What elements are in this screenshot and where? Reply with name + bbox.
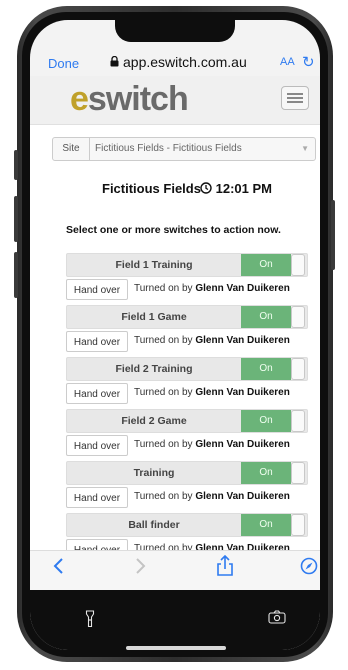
- switch-row: Field 1 Game On Hand over Turned on by G…: [66, 305, 314, 357]
- text-size-button[interactable]: AA: [280, 56, 295, 68]
- power-button: [331, 200, 335, 270]
- hand-over-button[interactable]: Hand over: [66, 279, 128, 300]
- switch-toggle[interactable]: Training On: [66, 461, 308, 485]
- switch-knob[interactable]: [291, 514, 305, 536]
- switch-knob[interactable]: [291, 254, 305, 276]
- switch-row: Field 2 Training On Hand over Turned on …: [66, 357, 314, 409]
- address-field[interactable]: app.eswitch.com.au: [110, 54, 247, 70]
- lock-screen-bar: [30, 590, 320, 650]
- switch-toggle[interactable]: Ball finder On: [66, 513, 308, 537]
- clock-time: 12:01 PM: [200, 181, 272, 196]
- time-text: 12:01 PM: [215, 181, 272, 196]
- turned-on-by-text: Turned on by Glenn Van Duikeren: [134, 283, 290, 294]
- switch-state: On: [241, 306, 291, 328]
- switch-state: On: [241, 514, 291, 536]
- url-text: app.eswitch.com.au: [123, 54, 247, 70]
- site-header: eswitch: [30, 76, 320, 125]
- site-select-label: Site: [53, 138, 90, 160]
- switch-knob[interactable]: [291, 462, 305, 484]
- instruction-text: Select one or more switches to action no…: [66, 224, 281, 236]
- eswitch-logo[interactable]: eswitch: [70, 80, 189, 119]
- flashlight-icon[interactable]: [85, 610, 95, 633]
- home-indicator[interactable]: [126, 646, 226, 650]
- switch-state: On: [241, 358, 291, 380]
- turned-on-by-text: Turned on by Glenn Van Duikeren: [134, 491, 290, 502]
- done-button[interactable]: Done: [48, 56, 79, 71]
- switch-knob[interactable]: [291, 306, 305, 328]
- switch-knob[interactable]: [291, 358, 305, 380]
- forward-arrow-icon[interactable]: [135, 557, 147, 580]
- hand-over-button[interactable]: Hand over: [66, 487, 128, 508]
- page-title: Fictitious Fields: [102, 181, 201, 196]
- switch-row: Training On Hand over Turned on by Glenn…: [66, 461, 314, 513]
- turned-on-by-text: Turned on by Glenn Van Duikeren: [134, 439, 290, 450]
- share-icon[interactable]: [216, 554, 234, 582]
- switch-row: Field 2 Game On Hand over Turned on by G…: [66, 409, 314, 461]
- chevron-down-icon: ▼: [301, 144, 309, 153]
- mute-switch: [14, 150, 18, 180]
- main-content: Site Fictitious Fields - Fictitious Fiel…: [30, 125, 320, 560]
- phone-screen: Done app.eswitch.com.au AA ↻ eswitch Sit…: [30, 20, 320, 650]
- volume-up-button: [14, 196, 18, 242]
- site-select[interactable]: Site Fictitious Fields - Fictitious Fiel…: [52, 137, 316, 161]
- camera-icon[interactable]: [268, 610, 286, 629]
- switch-name: Field 2 Training: [115, 363, 193, 375]
- lock-icon: [110, 54, 119, 70]
- switch-name: Field 1 Training: [115, 259, 193, 271]
- safari-url-bar: Done app.eswitch.com.au AA ↻: [30, 50, 320, 76]
- switch-name: Ball finder: [128, 519, 180, 531]
- hand-over-button[interactable]: Hand over: [66, 435, 128, 456]
- switch-name: Field 1 Game: [121, 311, 187, 323]
- switch-name: Training: [133, 467, 175, 479]
- clock-icon: [200, 182, 212, 194]
- switch-state: On: [241, 254, 291, 276]
- switch-toggle[interactable]: Field 1 Game On: [66, 305, 308, 329]
- compass-icon[interactable]: [300, 557, 318, 580]
- turned-on-by-text: Turned on by Glenn Van Duikeren: [134, 387, 290, 398]
- hand-over-button[interactable]: Hand over: [66, 383, 128, 404]
- switch-state: On: [241, 410, 291, 432]
- hand-over-button[interactable]: Hand over: [66, 331, 128, 352]
- switch-toggle[interactable]: Field 2 Training On: [66, 357, 308, 381]
- back-arrow-icon[interactable]: [52, 557, 64, 580]
- switch-name: Field 2 Game: [121, 415, 187, 427]
- switch-knob[interactable]: [291, 410, 305, 432]
- site-select-value: Fictitious Fields - Fictitious Fields: [95, 143, 242, 154]
- switch-row: Field 1 Training On Hand over Turned on …: [66, 253, 314, 305]
- turned-on-by-text: Turned on by Glenn Van Duikeren: [134, 335, 290, 346]
- switch-toggle[interactable]: Field 1 Training On: [66, 253, 308, 277]
- reload-icon[interactable]: ↻: [302, 53, 315, 71]
- switch-toggle[interactable]: Field 2 Game On: [66, 409, 308, 433]
- switch-state: On: [241, 462, 291, 484]
- notch: [115, 20, 235, 42]
- safari-toolbar: [30, 550, 320, 591]
- hamburger-menu-icon[interactable]: [281, 86, 309, 110]
- volume-down-button: [14, 252, 18, 298]
